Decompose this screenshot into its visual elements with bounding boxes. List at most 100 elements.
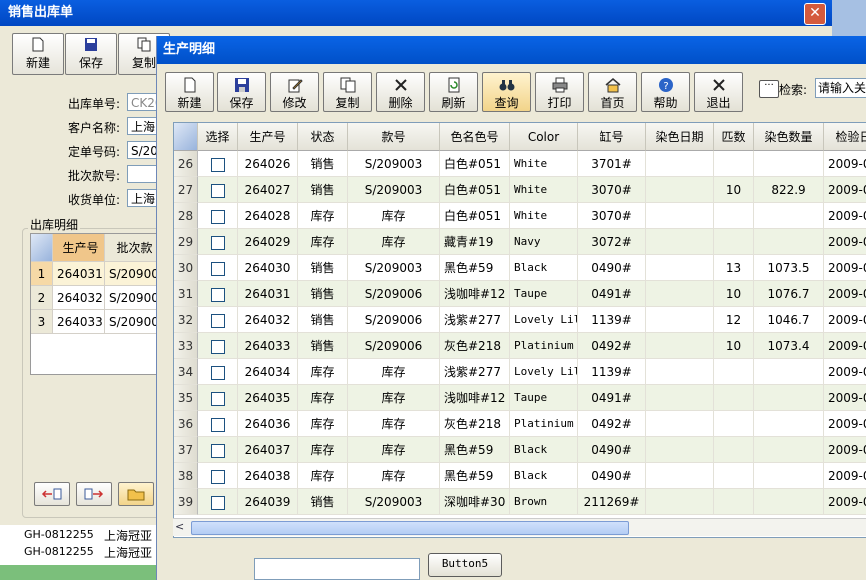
- color-name-cell[interactable]: 浅紫#277: [440, 359, 510, 385]
- select-checkbox[interactable]: [210, 443, 225, 458]
- help-button[interactable]: ? 帮助: [641, 72, 690, 112]
- vat-no-cell[interactable]: 0490#: [578, 255, 646, 281]
- select-checkbox[interactable]: [210, 339, 225, 354]
- style-no-cell[interactable]: 库存: [348, 411, 440, 437]
- column-header[interactable]: 生产号: [53, 234, 105, 262]
- production-no-cell[interactable]: 264039: [238, 489, 298, 515]
- dye-qty-cell[interactable]: 1076.7: [754, 281, 824, 307]
- inspect-date-cell[interactable]: 2009-0: [824, 411, 866, 437]
- color-name-cell[interactable]: 深咖啡#30: [440, 489, 510, 515]
- status-cell[interactable]: 库存: [298, 359, 348, 385]
- bg-new-button[interactable]: 新建: [12, 33, 64, 75]
- status-cell[interactable]: 库存: [298, 463, 348, 489]
- pieces-cell[interactable]: [714, 151, 754, 177]
- select-checkbox[interactable]: [210, 287, 225, 302]
- color-cell[interactable]: White: [510, 151, 578, 177]
- select-checkbox[interactable]: [210, 209, 225, 224]
- bottom-text-input[interactable]: [254, 558, 420, 580]
- color-name-cell[interactable]: 黑色#59: [440, 437, 510, 463]
- select-checkbox[interactable]: [210, 417, 225, 432]
- production-no-cell[interactable]: 264038: [238, 463, 298, 489]
- column-header[interactable]: 批次款: [105, 234, 161, 262]
- color-cell[interactable]: White: [510, 203, 578, 229]
- color-cell[interactable]: Black: [510, 255, 578, 281]
- inspect-date-cell[interactable]: 2009-0: [824, 385, 866, 411]
- production-no-cell[interactable]: 264032: [238, 307, 298, 333]
- pieces-cell[interactable]: 10: [714, 333, 754, 359]
- status-cell[interactable]: 库存: [298, 411, 348, 437]
- pieces-cell[interactable]: [714, 489, 754, 515]
- style-no-cell[interactable]: 库存: [348, 203, 440, 229]
- dye-date-cell[interactable]: [646, 255, 714, 281]
- pieces-cell[interactable]: [714, 385, 754, 411]
- color-name-cell[interactable]: 浅咖啡#12: [440, 385, 510, 411]
- style-no-cell[interactable]: S/209003: [348, 255, 440, 281]
- dye-date-cell[interactable]: [646, 307, 714, 333]
- vat-no-cell[interactable]: 0491#: [578, 385, 646, 411]
- horizontal-scrollbar[interactable]: <: [173, 518, 866, 536]
- select-checkbox[interactable]: [210, 235, 225, 250]
- production-no-cell[interactable]: 264036: [238, 411, 298, 437]
- new-button[interactable]: 新建: [165, 72, 214, 112]
- dye-qty-cell[interactable]: 1073.4: [754, 333, 824, 359]
- status-cell[interactable]: 销售: [298, 281, 348, 307]
- production-no-cell[interactable]: 264027: [238, 177, 298, 203]
- list-item-code[interactable]: GH-0812255: [24, 545, 94, 558]
- style-no-cell[interactable]: S/209006: [348, 333, 440, 359]
- production-no-cell[interactable]: 264034: [238, 359, 298, 385]
- move-left-button[interactable]: [34, 482, 70, 506]
- inspect-date-cell[interactable]: 2009-0: [824, 151, 866, 177]
- color-name-cell[interactable]: 白色#051: [440, 177, 510, 203]
- dye-date-cell[interactable]: [646, 203, 714, 229]
- more-options-button[interactable]: ···: [759, 80, 779, 98]
- select-checkbox[interactable]: [210, 495, 225, 510]
- dye-qty-cell[interactable]: [754, 359, 824, 385]
- open-folder-button[interactable]: [118, 482, 154, 506]
- column-header[interactable]: 生产号: [238, 123, 298, 151]
- color-name-cell[interactable]: 灰色#218: [440, 411, 510, 437]
- production-no-cell[interactable]: 264026: [238, 151, 298, 177]
- outbound-no-field[interactable]: CK20: [127, 93, 157, 111]
- list-item-name[interactable]: 上海冠亚: [104, 544, 152, 561]
- vat-no-cell[interactable]: 0492#: [578, 333, 646, 359]
- color-cell[interactable]: White: [510, 177, 578, 203]
- pieces-cell[interactable]: [714, 411, 754, 437]
- inspect-date-cell[interactable]: 2009-0: [824, 437, 866, 463]
- status-cell[interactable]: 销售: [298, 489, 348, 515]
- production-no-cell[interactable]: 264035: [238, 385, 298, 411]
- delete-button[interactable]: 删除: [376, 72, 425, 112]
- column-header[interactable]: 缸号: [578, 123, 646, 151]
- table-cell[interactable]: S/209006: [105, 262, 161, 286]
- dye-qty-cell[interactable]: [754, 151, 824, 177]
- table-cell[interactable]: S/209006: [105, 286, 161, 310]
- pieces-cell[interactable]: [714, 463, 754, 489]
- style-no-cell[interactable]: S/209006: [348, 281, 440, 307]
- status-cell[interactable]: 销售: [298, 255, 348, 281]
- select-checkbox[interactable]: [210, 469, 225, 484]
- column-header[interactable]: 款号: [348, 123, 440, 151]
- color-cell[interactable]: Taupe: [510, 385, 578, 411]
- status-cell[interactable]: 库存: [298, 229, 348, 255]
- production-no-cell[interactable]: 264030: [238, 255, 298, 281]
- pieces-cell[interactable]: [714, 437, 754, 463]
- vat-no-cell[interactable]: 211269#: [578, 489, 646, 515]
- dye-date-cell[interactable]: [646, 333, 714, 359]
- list-item-code[interactable]: GH-0812255: [24, 528, 94, 541]
- dye-date-cell[interactable]: [646, 385, 714, 411]
- scroll-left-icon[interactable]: <: [175, 520, 184, 533]
- dye-date-cell[interactable]: [646, 229, 714, 255]
- color-cell[interactable]: Lovely Lil: [510, 307, 578, 333]
- inspect-date-cell[interactable]: 2009-0: [824, 307, 866, 333]
- column-header[interactable]: Color: [510, 123, 578, 151]
- pieces-cell[interactable]: 12: [714, 307, 754, 333]
- vat-no-cell[interactable]: 0491#: [578, 281, 646, 307]
- color-name-cell[interactable]: 黑色#59: [440, 255, 510, 281]
- copy-button[interactable]: 复制: [323, 72, 372, 112]
- status-cell[interactable]: 库存: [298, 203, 348, 229]
- dye-date-cell[interactable]: [646, 437, 714, 463]
- dye-qty-cell[interactable]: 822.9: [754, 177, 824, 203]
- style-no-cell[interactable]: 库存: [348, 437, 440, 463]
- style-no-cell[interactable]: S/209006: [348, 307, 440, 333]
- save-button[interactable]: 保存: [217, 72, 266, 112]
- dye-qty-cell[interactable]: [754, 463, 824, 489]
